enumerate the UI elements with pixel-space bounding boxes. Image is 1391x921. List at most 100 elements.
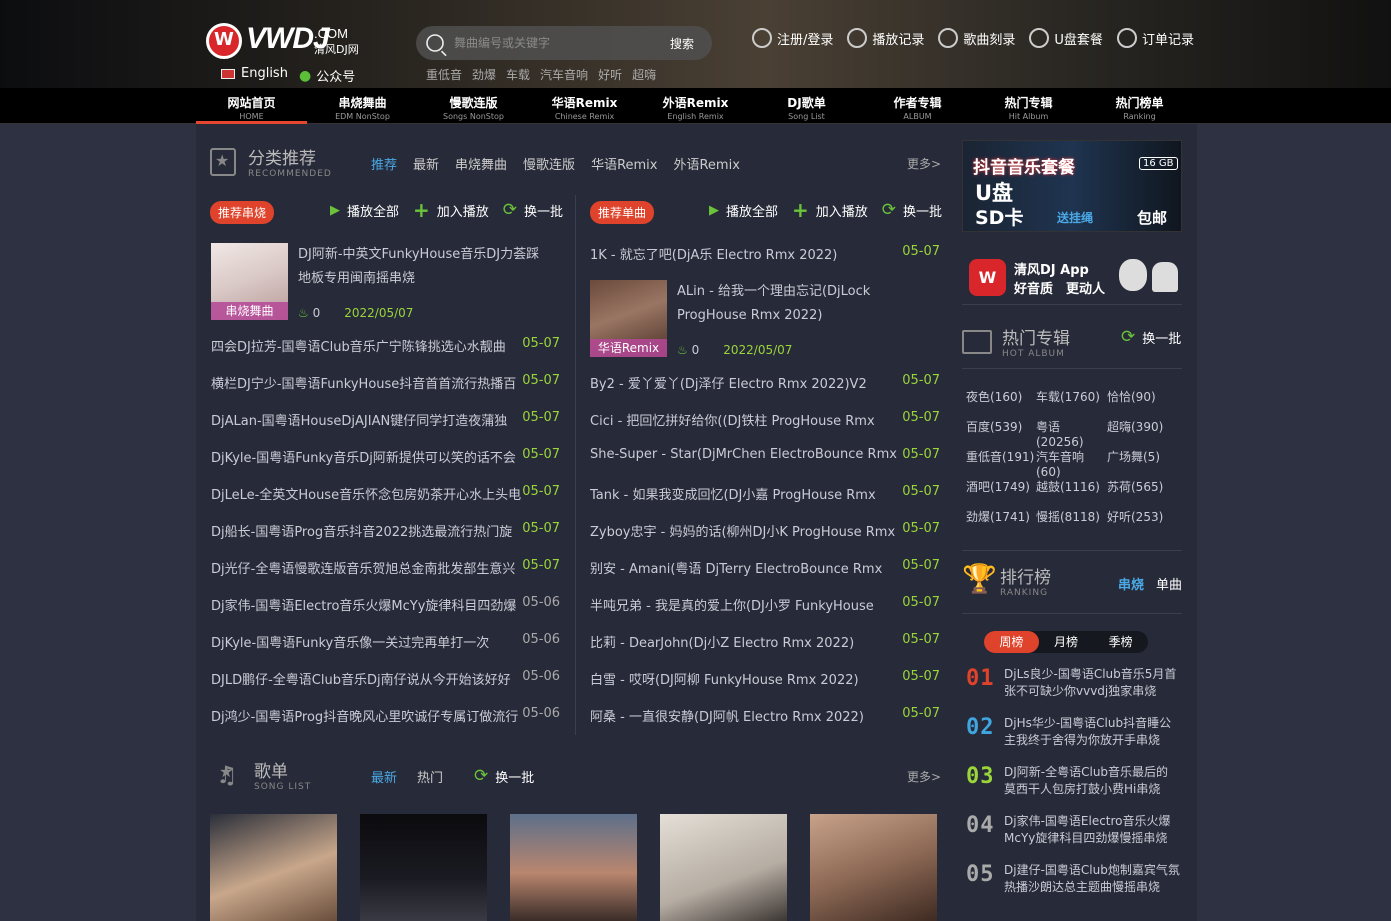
tab-medley[interactable]: 串烧 <box>1118 574 1144 593</box>
add-to-playlist-button[interactable]: + 加入播放 <box>413 200 489 220</box>
burn-link[interactable]: 歌曲刻录 <box>938 28 1015 48</box>
swap-button[interactable]: ⟳ 换一批 <box>503 201 563 221</box>
album-tag[interactable]: 重低音(191) <box>966 448 1036 478</box>
nav-songs[interactable]: 慢歌连版 Songs NonStop <box>418 94 529 121</box>
list-item[interactable]: By2 - 爱丫爱丫(Dj泽仔 Electro Rmx 2022)V2 05-07 <box>590 373 940 392</box>
list-item[interactable]: 横栏DJ宁少-国粤语FunkyHouse抖音首首流行热播百 05-07 <box>211 373 560 392</box>
list-item[interactable]: Zyboy忠宇 - 妈妈的话(柳州DJ小K ProgHouse Rmx 05-07 <box>590 521 940 540</box>
tab-edm[interactable]: 串烧舞曲 <box>455 154 507 173</box>
tab-english-remix[interactable]: 外语Remix <box>673 154 739 173</box>
hot-keyword[interactable]: 重低音 <box>426 66 462 83</box>
list-item[interactable]: 阿桑 - 一直很安静(DJ阿帆 Electro Rmx 2022) 05-07 <box>590 706 940 725</box>
tab-single[interactable]: 单曲 <box>1156 574 1182 593</box>
feature-title[interactable]: ALin - 给我一个理由忘记(DjLock ProgHouse Rmx 202… <box>677 280 877 328</box>
songlist-cover[interactable] <box>660 814 787 921</box>
play-history-link[interactable]: 播放记录 <box>847 28 924 48</box>
site-logo[interactable]: VWDJ .COM 清风DJ网 <box>206 20 371 60</box>
usb-package-banner[interactable]: 抖音音乐套餐 U盘 SD卡 送挂绳 包邮 16 GB <box>962 140 1182 232</box>
tab-slow[interactable]: 慢歌连版 <box>523 154 575 173</box>
album-tag[interactable]: 越鼓(1116) <box>1036 478 1107 508</box>
album-tag[interactable]: 汽车音响(60) <box>1036 448 1107 479</box>
more-link[interactable]: 更多> <box>907 155 941 172</box>
album-tag[interactable]: 超嗨(390) <box>1107 418 1177 448</box>
ranking-item[interactable]: 01 DjLs良少-国粤语Club音乐5月首张不可缺少你vvvdj独家串烧 <box>966 666 1180 700</box>
album-tag[interactable]: 车载(1760) <box>1036 388 1107 418</box>
feature-title[interactable]: DJ阿新-中英文FunkyHouse音乐DJ力荟踩地板专用闽南摇串烧 <box>298 243 542 291</box>
list-item[interactable]: Dj鸿少-国粤语Prog抖音晚风心里吹诚仔专属订做流行 05-06 <box>211 706 560 725</box>
swap-button[interactable]: ⟳ 换一批 <box>882 201 942 221</box>
hot-keyword[interactable]: 车载 <box>506 66 530 83</box>
list-item[interactable]: Dj家伟-国粤语Electro音乐火爆McYy旋律科目四劲爆 05-06 <box>211 595 560 614</box>
add-to-playlist-button[interactable]: + 加入播放 <box>792 200 868 220</box>
ranking-item[interactable]: 02 DjHs华少-国粤语Club抖音睡公主我终于舍得为你放开手串烧 <box>966 715 1180 749</box>
album-tag[interactable]: 苏荷(565) <box>1107 478 1177 508</box>
orders-link[interactable]: 订单记录 <box>1116 28 1194 48</box>
album-tag[interactable]: 好听(253) <box>1107 508 1177 538</box>
list-item[interactable]: She-Super - Star(DjMrChen ElectroBounce … <box>590 447 940 462</box>
swap-button[interactable]: ⟳ 换一批 <box>474 767 534 787</box>
wechat-link[interactable]: ● 公众号 <box>299 66 355 86</box>
tab-monthly[interactable]: 月榜 <box>1039 631 1094 653</box>
hot-keyword[interactable]: 好听 <box>598 66 622 83</box>
album-tag[interactable]: 百度(539) <box>966 418 1036 448</box>
search-input[interactable] <box>454 36 664 50</box>
hot-keyword[interactable]: 劲爆 <box>472 66 496 83</box>
list-item[interactable]: DJLD鹏仔-全粤语Club音乐Dj南仔说从今开始该好好 05-06 <box>211 669 560 688</box>
feature-cover[interactable]: 串烧舞曲 <box>211 243 288 320</box>
tab-recommend[interactable]: 推荐 <box>371 154 397 173</box>
list-item[interactable]: Cici - 把回忆拼好给你((DJ铁柱 ProgHouse Rmx 05-07 <box>590 410 940 429</box>
tab-chinese-remix[interactable]: 华语Remix <box>591 154 657 173</box>
login-link[interactable]: 注册/登录 <box>752 28 833 48</box>
list-item[interactable]: Tank - 如果我变成回忆(DJ小嘉 ProgHouse Rmx 05-07 <box>590 484 940 503</box>
songlist-cover[interactable] <box>510 814 637 921</box>
nav-album[interactable]: 作者专辑 ALBUM <box>862 94 973 121</box>
album-tag[interactable]: 酒吧(1749) <box>966 478 1036 508</box>
album-tag[interactable]: 粤语(20256) <box>1036 418 1107 449</box>
language-switch[interactable]: English <box>221 66 288 81</box>
list-item[interactable]: 白雪 - 哎呀(DJ阿柳 FunkyHouse Rmx 2022) 05-07 <box>590 669 940 688</box>
list-item[interactable]: Dj船长-国粤语Prog音乐抖音2022挑选最流行热门旋 05-07 <box>211 521 560 540</box>
list-item[interactable]: DjALan-国粤语HouseDjAJIAN键仔同学打造夜蒲独 05-07 <box>211 410 560 429</box>
hot-keyword[interactable]: 汽车音响 <box>540 66 588 83</box>
list-item[interactable]: 1K - 就忘了吧(DjA乐 Electro Rmx 2022) 05-07 <box>590 244 940 263</box>
album-tag[interactable]: 夜色(160) <box>966 388 1036 418</box>
app-promo[interactable]: W 清风DJ App 好音质 更动人 <box>962 247 1182 305</box>
android-icon[interactable] <box>1152 262 1178 292</box>
list-item[interactable]: 半吨兄弟 - 我是真的爱上你(DJ小罗 FunkyHouse 05-07 <box>590 595 940 614</box>
nav-song-list[interactable]: DJ歌单 Song List <box>751 94 862 121</box>
nav-home[interactable]: 网站首页 HOME <box>196 94 307 124</box>
apple-icon[interactable] <box>1119 259 1147 291</box>
play-all-button[interactable]: ▶ 播放全部 <box>709 201 778 220</box>
ranking-item[interactable]: 04 Dj家伟-国粤语Electro音乐火爆McYy旋律科目四劲爆慢摇串烧 <box>966 813 1180 847</box>
ranking-item[interactable]: 03 DJ阿新-全粤语Club音乐最后的莫西干人包房打鼓小费Hi串烧 <box>966 764 1180 798</box>
feature-cover[interactable]: 华语Remix <box>590 280 667 357</box>
album-tag[interactable]: 恰恰(90) <box>1107 388 1177 418</box>
swap-button[interactable]: ⟳ 换一批 <box>1121 328 1181 348</box>
list-item[interactable]: 比莉 - DearJohn(Dj小Z Electro Rmx 2022) 05-0… <box>590 632 940 651</box>
tab-weekly[interactable]: 周榜 <box>984 631 1039 653</box>
list-item[interactable]: 别安 - Amani(粤语 DjTerry ElectroBounce Rmx 0… <box>590 558 940 577</box>
tab-newest[interactable]: 最新 <box>371 767 397 786</box>
list-item[interactable]: DjKyle-国粤语Funky音乐像一关过完再单打一次 05-06 <box>211 632 560 651</box>
nav-hit-album[interactable]: 热门专辑 Hit Album <box>973 94 1084 121</box>
album-tag[interactable]: 广场舞(5) <box>1107 448 1177 478</box>
album-tag[interactable]: 慢摇(8118) <box>1036 508 1107 538</box>
more-link[interactable]: 更多> <box>907 768 941 785</box>
nav-ranking[interactable]: 热门榜单 Ranking <box>1084 94 1195 121</box>
songlist-cover[interactable] <box>810 814 937 921</box>
search-button[interactable]: 搜索 <box>670 35 694 52</box>
list-item[interactable]: DjKyle-国粤语Funky音乐Dj阿新提供可以笑的话不会 05-07 <box>211 447 560 466</box>
play-all-button[interactable]: ▶ 播放全部 <box>330 201 399 220</box>
nav-chinese-remix[interactable]: 华语Remix Chinese Remix <box>529 94 640 121</box>
songlist-cover[interactable] <box>360 814 487 921</box>
tab-latest[interactable]: 最新 <box>413 154 439 173</box>
usb-package-link[interactable]: U盘套餐 <box>1029 28 1103 48</box>
list-item[interactable]: DjLeLe-全英文House音乐怀念包房奶茶开心水上头电 05-07 <box>211 484 560 503</box>
list-item[interactable]: Dj光仔-全粤语慢歌连版音乐贺旭总金南批发部生意兴 05-07 <box>211 558 560 577</box>
tab-quarterly[interactable]: 季榜 <box>1093 631 1148 653</box>
hot-keyword[interactable]: 超嗨 <box>632 66 656 83</box>
album-tag[interactable]: 劲爆(1741) <box>966 508 1036 538</box>
songlist-cover[interactable] <box>210 814 337 921</box>
ranking-item[interactable]: 05 Dj建仔-国粤语Club炮制嘉宾气氛热播沙朗达总主题曲慢摇串烧 <box>966 862 1180 896</box>
tab-hot[interactable]: 热门 <box>417 767 443 786</box>
